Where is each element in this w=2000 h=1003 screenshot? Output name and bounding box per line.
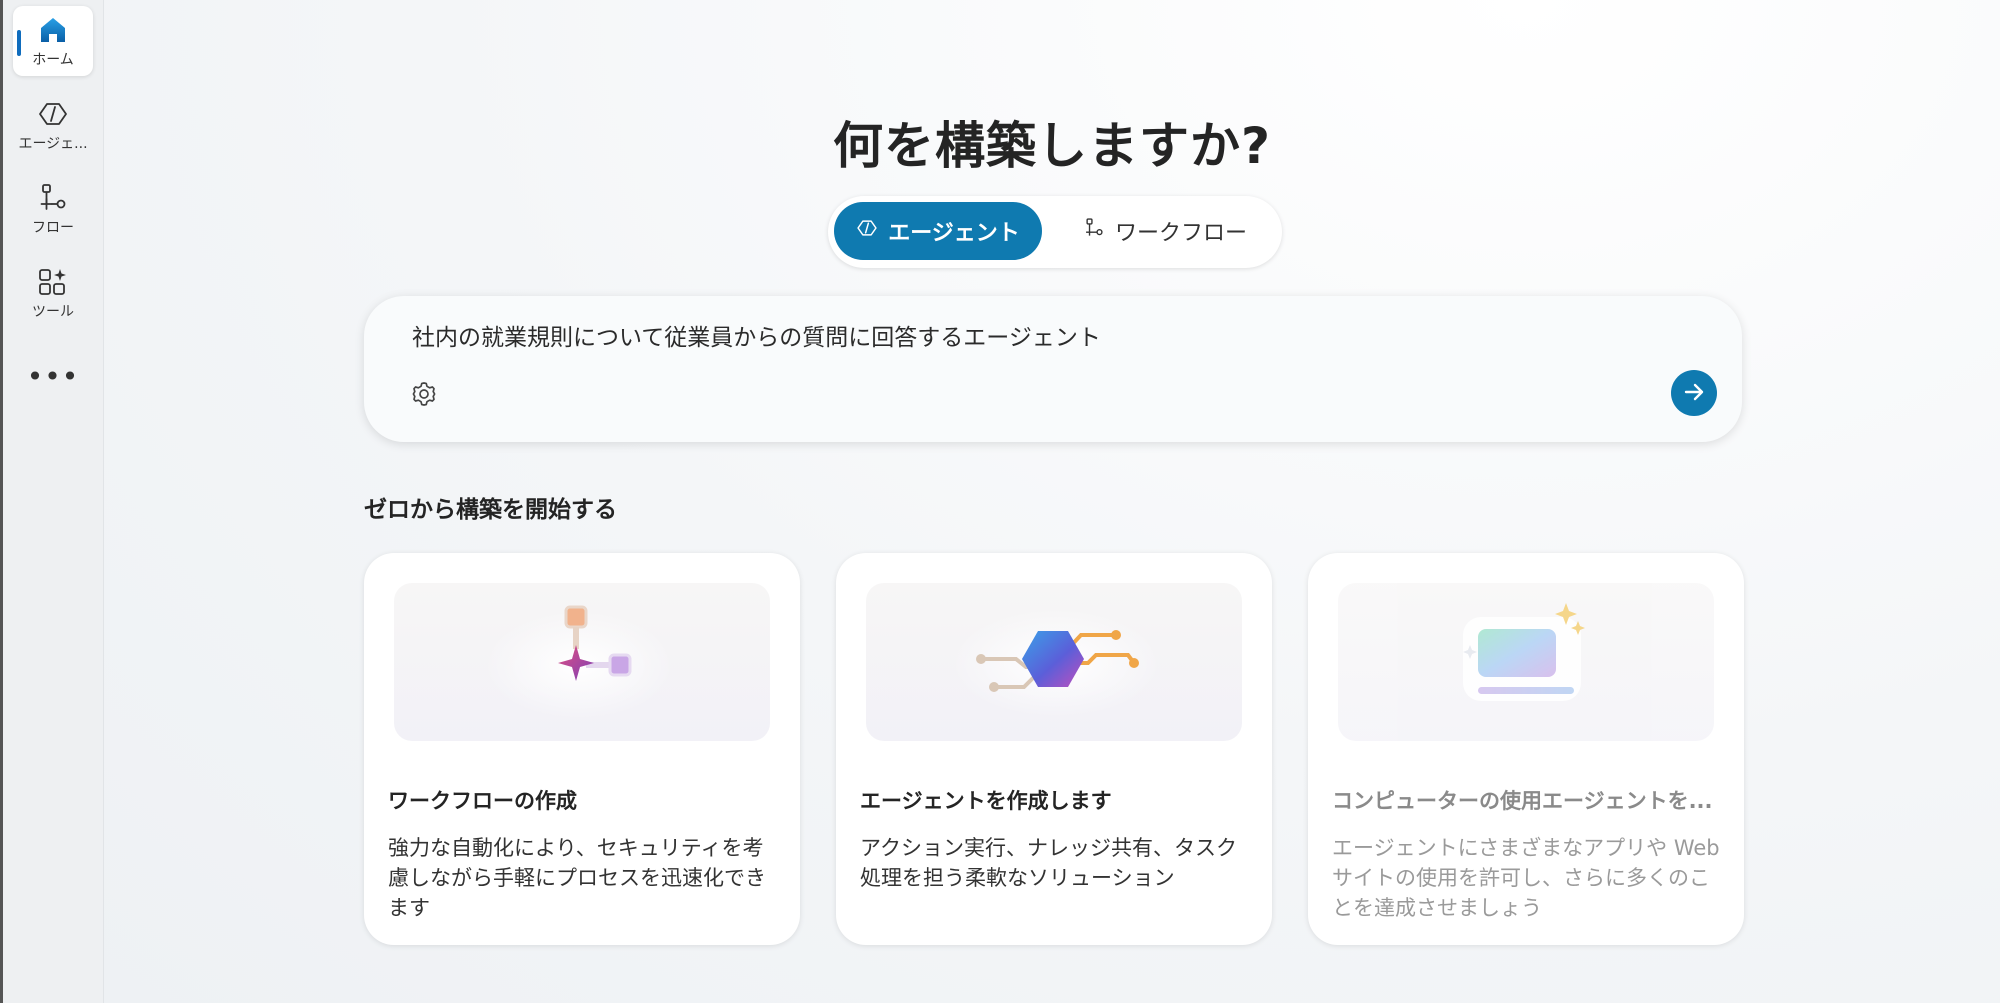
workflow-illustration (394, 583, 770, 741)
home-icon (37, 14, 69, 46)
sidebar-item-home[interactable]: ホーム (13, 6, 93, 76)
send-button[interactable] (1671, 370, 1717, 416)
agent-icon (856, 217, 878, 245)
card-create-agent[interactable]: エージェントを作成します アクション実行、ナレッジ共有、タスク処理を担う柔軟なソ… (836, 553, 1272, 945)
agent-illustration (866, 583, 1242, 741)
sidebar-item-label: ツール (32, 303, 74, 320)
mode-switch: エージェント ワークフロー (828, 196, 1282, 268)
card-description: アクション実行、ナレッジ共有、タスク処理を担う柔軟なソリューション (860, 836, 1237, 890)
sidebar-item-tools[interactable]: ツール (13, 258, 93, 328)
sidebar-item-label: フロー (32, 219, 74, 236)
gear-icon[interactable] (408, 378, 440, 410)
prompt-input[interactable]: 社内の就業規則について従業員からの質問に回答するエージェント (412, 318, 1612, 352)
flow-icon (37, 182, 69, 214)
card-create-workflow[interactable]: ワークフローの作成 強力な自動化により、セキュリティを考慮しながら手軽にプロセス… (364, 553, 800, 945)
sidebar-item-label: エージェ... (18, 135, 88, 152)
workflow-icon (1083, 217, 1105, 245)
card-title: コンピューターの使用エージェントを... (1332, 789, 1713, 813)
mode-agent-label: エージェント (888, 221, 1020, 246)
tools-icon (37, 266, 69, 298)
arrow-right-icon (1681, 379, 1707, 408)
section-heading: ゼロから構築を開始する (364, 497, 617, 523)
page-title: 何を構築しますか? (832, 117, 1271, 175)
mode-agent-button[interactable]: エージェント (834, 202, 1042, 260)
sidebar: ホーム エージェ... フロー ツール ••• (3, 0, 104, 1003)
agent-icon (37, 98, 69, 130)
sidebar-item-agents[interactable]: エージェ... (13, 90, 93, 160)
card-description: 強力な自動化により、セキュリティを考慮しながら手軽にプロセスを迅速化できます (388, 836, 766, 920)
card-title: エージェントを作成します (860, 789, 1112, 813)
mode-workflow-button[interactable]: ワークフロー (1054, 202, 1276, 260)
sidebar-item-label: ホーム (32, 51, 74, 68)
more-icon[interactable]: ••• (13, 356, 93, 396)
sidebar-item-flows[interactable]: フロー (13, 174, 93, 244)
card-create-computer-use-agent[interactable]: コンピューターの使用エージェントを... エージェントにさまざまなアプリや We… (1308, 553, 1744, 945)
computer-use-illustration (1338, 583, 1714, 741)
card-description: エージェントにさまざまなアプリや Web サイトの使用を許可し、さらに多くのこと… (1332, 836, 1720, 920)
mode-workflow-label: ワークフロー (1114, 221, 1247, 246)
active-indicator (17, 30, 21, 56)
prompt-box: 社内の就業規則について従業員からの質問に回答するエージェント (364, 296, 1742, 442)
main-content: 何を構築しますか? エージェント ワークフロー 社内の就業規則について従業員から… (104, 0, 2000, 1003)
card-title: ワークフローの作成 (388, 789, 577, 813)
